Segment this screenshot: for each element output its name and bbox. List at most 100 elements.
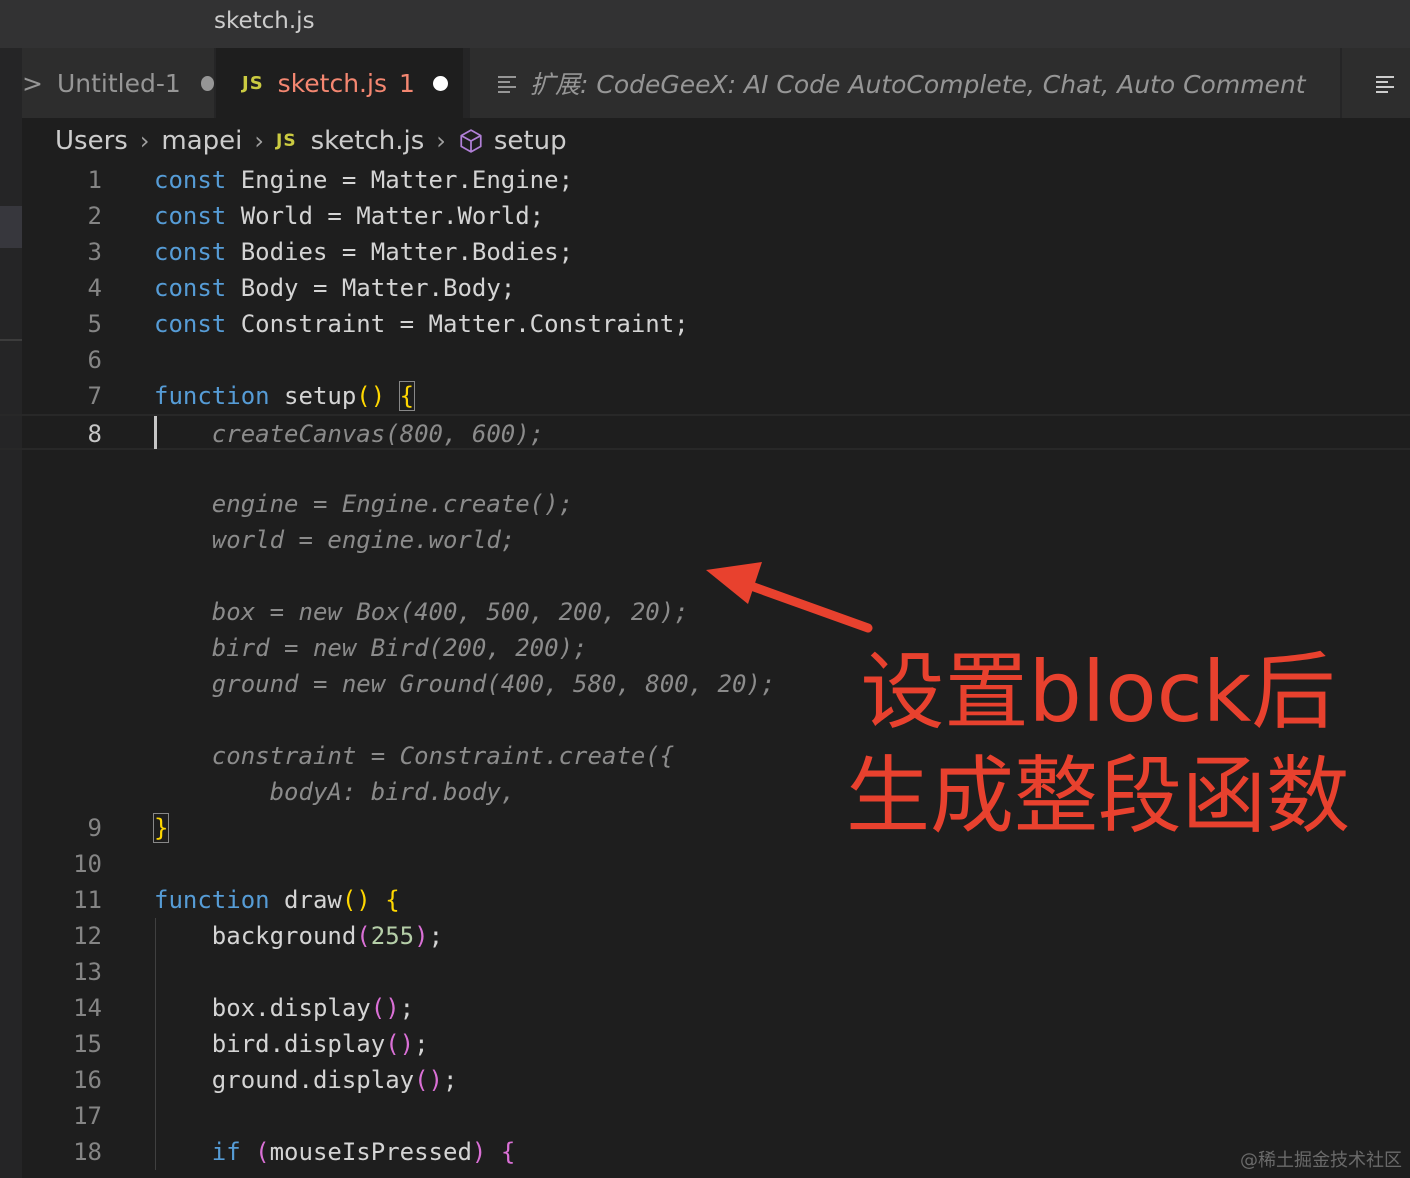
tab-overflow[interactable] — [1342, 48, 1410, 118]
code-text: } — [152, 810, 170, 846]
tab-extension-codegeex[interactable]: 扩展: CodeGeeX: AI Code AutoComplete, Chat… — [470, 48, 1340, 118]
code-token: if — [154, 1138, 241, 1166]
code-text: ground = new Ground(400, 580, 800, 20); — [154, 666, 776, 702]
code-line[interactable]: 1 const Engine = Matter.Engine; — [0, 162, 1410, 198]
code-token: ( — [356, 922, 371, 950]
code-token: const — [154, 202, 227, 230]
breadcrumb: Users › mapei › JS sketch.js › setup — [55, 122, 567, 160]
preview-lines-icon — [498, 75, 516, 93]
symbol-method-cube-icon — [460, 129, 482, 153]
annotation-arrow — [706, 562, 873, 633]
inline-suggestion-token: box = new Box(400, 500, 200, 20); — [154, 598, 689, 626]
code-line[interactable]: world = engine.world; — [0, 522, 1410, 558]
line-number: 16 — [73, 1066, 102, 1094]
code-token: bird.display — [154, 1030, 386, 1058]
line-number: 11 — [73, 886, 102, 914]
line-number: 10 — [73, 850, 102, 878]
code-token: function — [154, 382, 270, 410]
line-number: 2 — [87, 202, 102, 230]
inline-suggestion-token: bird = new Bird(200, 200); — [154, 634, 588, 662]
code-line[interactable]: 3 const Bodies = Matter.Bodies; — [0, 234, 1410, 270]
code-text: createCanvas(800, 600); — [154, 416, 544, 452]
code-text: function draw() { — [154, 882, 400, 918]
code-token: { — [385, 886, 400, 914]
preview-lines-icon — [1376, 75, 1394, 93]
code-token: () — [414, 1066, 443, 1094]
code-token: ( — [255, 1138, 270, 1166]
code-line[interactable]: 16 ground.display(); — [0, 1062, 1410, 1098]
code-text: const Constraint = Matter.Constraint; — [154, 306, 689, 342]
code-token: draw — [269, 886, 342, 914]
code-text: box = new Box(400, 500, 200, 20); — [154, 594, 689, 630]
code-line[interactable]: 17 — [0, 1098, 1410, 1134]
watermark: @稀土掘金技术社区 — [1240, 1150, 1402, 1171]
code-token: ) — [471, 1138, 487, 1166]
unsaved-dot-icon[interactable] — [432, 75, 448, 91]
code-line[interactable]: 5 const Constraint = Matter.Constraint; — [0, 306, 1410, 342]
code-line[interactable]: 13 — [0, 954, 1410, 990]
code-text: bird.display(); — [154, 1026, 429, 1062]
code-line[interactable]: 8 createCanvas(800, 600); — [0, 414, 1410, 450]
inline-suggestion-token: constraint = Constraint.create({ — [154, 742, 675, 770]
annotation-line-1: 设置block后 — [860, 643, 1336, 741]
title-bar: sketch.js — [0, 0, 1410, 49]
code-text: const World = Matter.World; — [154, 198, 544, 234]
problems-count-badge: 1 — [398, 68, 415, 98]
chevron-right-icon: › — [139, 127, 150, 155]
annotation-text: 设置block后 生成整段函数 — [828, 640, 1368, 848]
chevron-right-icon: › — [254, 127, 265, 155]
line-number: 14 — [73, 994, 102, 1022]
code-token: background — [154, 922, 357, 950]
code-text: background(255); — [154, 918, 443, 954]
line-number: 13 — [73, 958, 102, 986]
annotation-line-2: 生成整段函数 — [845, 747, 1350, 845]
inline-suggestion-token: ground = new Ground(400, 580, 800, 20); — [154, 670, 776, 698]
code-token: World = Matter.World; — [226, 202, 545, 230]
code-token: ; — [443, 1066, 458, 1094]
code-line[interactable]: 15 bird.display(); — [0, 1026, 1410, 1062]
code-line[interactable]: 14 box.display(); — [0, 990, 1410, 1026]
code-line[interactable] — [0, 450, 1410, 486]
code-line[interactable]: 4 const Body = Matter.Body; — [0, 270, 1410, 306]
breadcrumb-item-sketch-js[interactable]: sketch.js — [311, 126, 425, 156]
code-line[interactable]: 6 — [0, 342, 1410, 378]
code-token: mouseIsPressed — [269, 1138, 472, 1166]
code-token: () — [356, 382, 386, 410]
code-token: ; — [399, 994, 415, 1022]
code-token: { — [398, 381, 416, 411]
javascript-file-icon: JS — [242, 72, 264, 94]
code-text: bodyA: bird.body, — [154, 774, 516, 810]
unsaved-dot-icon[interactable] — [200, 75, 214, 91]
code-line[interactable]: 18 if (mouseIsPressed) { — [0, 1134, 1410, 1170]
tab-sketch-js[interactable]: JS sketch.js 1 — [216, 48, 463, 118]
tab-label: sketch.js — [277, 68, 387, 98]
line-number: 17 — [73, 1102, 102, 1130]
code-line[interactable]: 7 function setup() { — [0, 378, 1410, 414]
breadcrumb-item-mapei[interactable]: mapei — [161, 126, 242, 156]
code-token: () — [385, 1030, 415, 1058]
code-token: () — [341, 886, 371, 914]
line-number: 3 — [87, 238, 102, 266]
code-line[interactable]: 12 background(255); — [0, 918, 1410, 954]
code-text: box.display(); — [154, 990, 414, 1026]
code-text: world = engine.world; — [154, 522, 515, 558]
code-line[interactable]: 10 — [0, 846, 1410, 882]
line-number: 7 — [87, 382, 102, 410]
code-token: ; — [414, 1030, 429, 1058]
code-token: Engine = Matter.Engine; — [226, 166, 574, 194]
breadcrumb-item-users[interactable]: Users — [55, 126, 128, 156]
tabs-scroll-chevron-icon[interactable]: > — [22, 69, 43, 98]
code-line[interactable]: engine = Engine.create(); — [0, 486, 1410, 522]
code-line[interactable]: 2 const World = Matter.World; — [0, 198, 1410, 234]
breadcrumb-item-setup[interactable]: setup — [494, 126, 567, 156]
line-number: 6 — [87, 346, 102, 374]
inline-suggestion-token: bodyA: bird.body, — [154, 778, 516, 806]
chevron-right-icon: › — [436, 127, 446, 155]
line-number: 1 — [87, 166, 102, 194]
code-text: engine = Engine.create(); — [154, 486, 573, 522]
code-token: Constraint = Matter.Constraint; — [226, 310, 689, 338]
code-line[interactable]: 11 function draw() { — [0, 882, 1410, 918]
tab-label: 扩展: CodeGeeX: AI Code AutoComplete, Chat… — [530, 70, 1306, 99]
tab-untitled-1[interactable]: > Untitled-1 — [22, 48, 214, 118]
